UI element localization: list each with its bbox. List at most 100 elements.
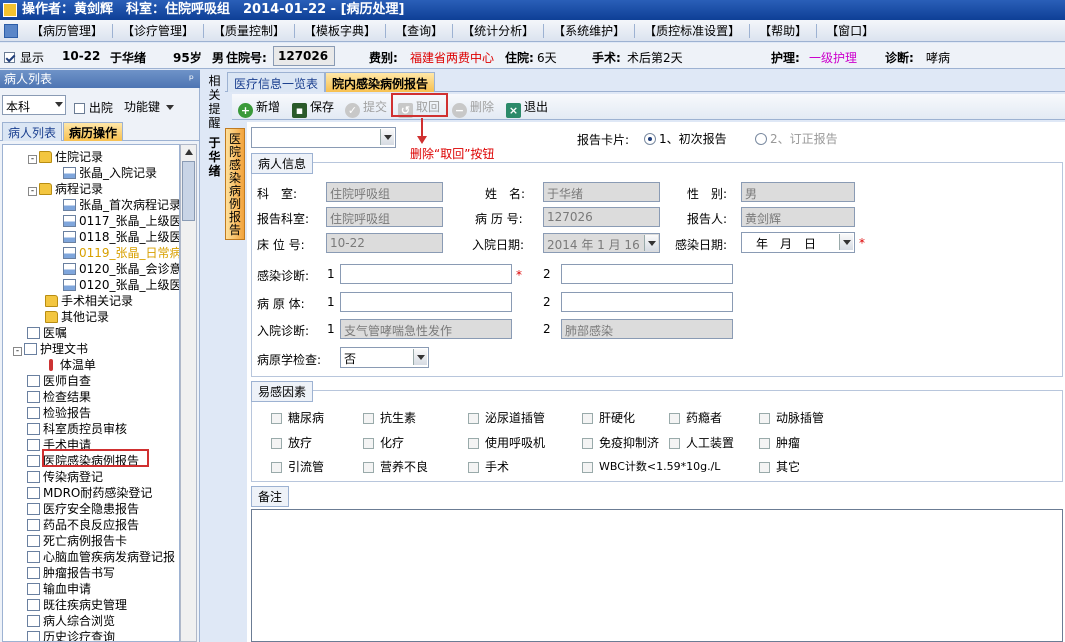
show-checkbox[interactable]: [4, 50, 15, 64]
radio-corrected-report[interactable]: 2、订正报告: [755, 130, 838, 147]
delete-button[interactable]: − 删除: [452, 98, 494, 118]
remarks-textarea[interactable]: [251, 509, 1063, 642]
infect-date-field[interactable]: 年 月 日: [741, 232, 855, 253]
tree-item[interactable]: 输血申请: [27, 581, 91, 597]
tree-item[interactable]: - 病程记录: [28, 181, 103, 197]
pathogen-1-input[interactable]: [340, 292, 512, 312]
tree-item[interactable]: 病人综合浏览: [27, 613, 115, 629]
bed-number-field[interactable]: 10-22: [326, 233, 443, 253]
scroll-thumb[interactable]: [182, 161, 195, 221]
menu-qc-standards[interactable]: 【质控标准设置】: [635, 22, 749, 39]
save-button[interactable]: ▪ 保存: [292, 98, 334, 118]
dept-select[interactable]: 本科: [2, 95, 66, 115]
tree-item[interactable]: 检验报告: [27, 405, 91, 421]
radio-initial-report[interactable]: 1、初次报告: [644, 130, 727, 147]
risk-urinary-catheter-checkbox[interactable]: 泌尿道插管: [468, 409, 545, 426]
infect-diag-1-input[interactable]: [340, 264, 512, 284]
tree-item[interactable]: 历史诊疗查询: [27, 629, 115, 641]
remarks-group-title: 备注: [251, 486, 290, 507]
reporter-field[interactable]: 黄剑辉: [741, 207, 855, 227]
tree-item[interactable]: 医师自查: [27, 373, 91, 389]
function-key-menu[interactable]: 功能键: [124, 98, 174, 115]
risk-wbc-checkbox[interactable]: WBC计数<1.59*10g./L: [582, 458, 720, 474]
tree-item[interactable]: 心脑血管疾病发病登记报: [27, 549, 175, 565]
risk-drug-addict-checkbox[interactable]: 药瘾者: [669, 409, 722, 426]
tree-item[interactable]: - 住院记录: [28, 149, 103, 165]
risk-arterial-catheter-checkbox[interactable]: 动脉插管: [759, 409, 824, 426]
new-button[interactable]: + 新增: [238, 98, 280, 118]
menu-template-dictionary[interactable]: 【模板字典】: [295, 22, 385, 39]
tree-item[interactable]: 0118_张晶_上级医: [63, 229, 179, 245]
vtab-patient-name[interactable]: 于华绪: [205, 136, 224, 178]
tree-scrollbar[interactable]: [180, 144, 197, 642]
tree-item[interactable]: 医疗安全隐患报告: [27, 501, 139, 517]
risk-ventilator-checkbox[interactable]: 使用呼吸机: [468, 434, 545, 451]
tree-item[interactable]: 肿瘤报告书写: [27, 565, 115, 581]
tree-item[interactable]: 0120_张晶_上级医: [63, 277, 179, 293]
tab-medical-overview[interactable]: 医疗信息一览表: [227, 72, 326, 92]
tree-item[interactable]: 死亡病例报告卡: [27, 533, 127, 549]
risk-surgery-checkbox[interactable]: 手术: [468, 458, 509, 475]
record-number-field[interactable]: 127026: [543, 207, 660, 227]
tree-item[interactable]: 张晶_首次病程记录: [63, 197, 179, 213]
admit-date-field[interactable]: 2014 年 1 月 16 日: [543, 233, 660, 253]
risk-antibiotics-checkbox[interactable]: 抗生素: [363, 409, 416, 426]
admit-diag-1-field[interactable]: 支气管哮喘急性发作: [340, 319, 512, 339]
risk-other-checkbox[interactable]: 其它: [759, 458, 800, 475]
gender-field[interactable]: 男: [741, 182, 855, 202]
risk-chemotherapy-checkbox[interactable]: 化疗: [363, 434, 404, 451]
submit-button[interactable]: ✓ 提交: [345, 98, 387, 118]
reporter-label: 报告人:: [687, 212, 728, 226]
tree-item[interactable]: 既往疾病史管理: [27, 597, 127, 613]
tab-infection-report[interactable]: 院内感染病例报告: [325, 72, 436, 92]
tree-item[interactable]: MDRO耐药感染登记: [27, 485, 152, 501]
pathogen-test-select[interactable]: 否: [340, 347, 429, 368]
risk-malnutrition-checkbox[interactable]: 营养不良: [363, 458, 428, 475]
dept-field[interactable]: 住院呼吸组: [326, 182, 443, 202]
tab-patient-list[interactable]: 病人列表: [2, 122, 63, 141]
menu-statistics[interactable]: 【统计分析】: [453, 22, 543, 39]
risk-artificial-device-checkbox[interactable]: 人工装置: [669, 434, 734, 451]
menu-record-management[interactable]: 【病历管理】: [22, 22, 112, 39]
tree-item[interactable]: 0117_张晶_上级医: [63, 213, 179, 229]
scroll-up-icon[interactable]: [185, 149, 193, 155]
admit-diag-2-field[interactable]: 肺部感染: [561, 319, 733, 339]
risk-drainage-tube-checkbox[interactable]: 引流管: [271, 458, 324, 475]
menu-clinical-management[interactable]: 【诊疗管理】: [113, 22, 203, 39]
tree-item-selected[interactable]: 0119_张晶_日常病: [63, 245, 179, 261]
risk-radiotherapy-checkbox[interactable]: 放疗: [271, 434, 312, 451]
tree-item[interactable]: 检查结果: [27, 389, 91, 405]
tree-item[interactable]: 张晶_入院记录: [63, 165, 157, 181]
tree-item[interactable]: 药品不良反应报告: [27, 517, 139, 533]
infect-diag-2-input[interactable]: [561, 264, 733, 284]
tree-item[interactable]: 手术相关记录: [45, 293, 133, 309]
tree-item[interactable]: 医嘱: [27, 325, 67, 341]
risk-diabetes-checkbox[interactable]: 糖尿病: [271, 409, 324, 426]
menu-system-maintenance[interactable]: 【系统维护】: [544, 22, 634, 39]
pathogen-2-input[interactable]: [561, 292, 733, 312]
tree-item[interactable]: 体温单: [49, 357, 96, 373]
menu-app-icon[interactable]: [4, 23, 18, 38]
tree-item[interactable]: 科室质控员审核: [27, 421, 127, 437]
pin-icon[interactable]: ᵖ: [189, 70, 194, 88]
menu-help[interactable]: 【帮助】: [750, 22, 816, 39]
tree-item[interactable]: 0120_张晶_会诊意: [63, 261, 179, 277]
tree-item[interactable]: 其他记录: [45, 309, 109, 325]
risk-cirrhosis-checkbox[interactable]: 肝硬化: [582, 409, 635, 426]
menu-quality-control[interactable]: 【质量控制】: [204, 22, 294, 39]
exit-button[interactable]: × 退出: [506, 98, 548, 118]
vtab-infection-report[interactable]: 医院感染病例报告: [225, 128, 245, 240]
vtab-reminders[interactable]: 相关提醒: [205, 74, 224, 130]
risk-tumor-checkbox[interactable]: 肿瘤: [759, 434, 800, 451]
tab-record-operations[interactable]: 病历操作: [63, 122, 124, 141]
risk-immunosuppressant-checkbox[interactable]: 免疫抑制济: [582, 434, 659, 451]
menu-query[interactable]: 【查询】: [386, 22, 452, 39]
name-field[interactable]: 于华绪: [543, 182, 660, 202]
report-type-select[interactable]: [251, 127, 396, 148]
tree-item[interactable]: 传染病登记: [27, 469, 103, 485]
report-dept-field[interactable]: 住院呼吸组: [326, 207, 443, 227]
tree-item[interactable]: - 护理文书: [13, 341, 88, 357]
discharged-checkbox[interactable]: 出院: [74, 99, 113, 116]
surgery-label: 手术:: [592, 51, 621, 65]
menu-window[interactable]: 【窗口】: [817, 22, 883, 39]
